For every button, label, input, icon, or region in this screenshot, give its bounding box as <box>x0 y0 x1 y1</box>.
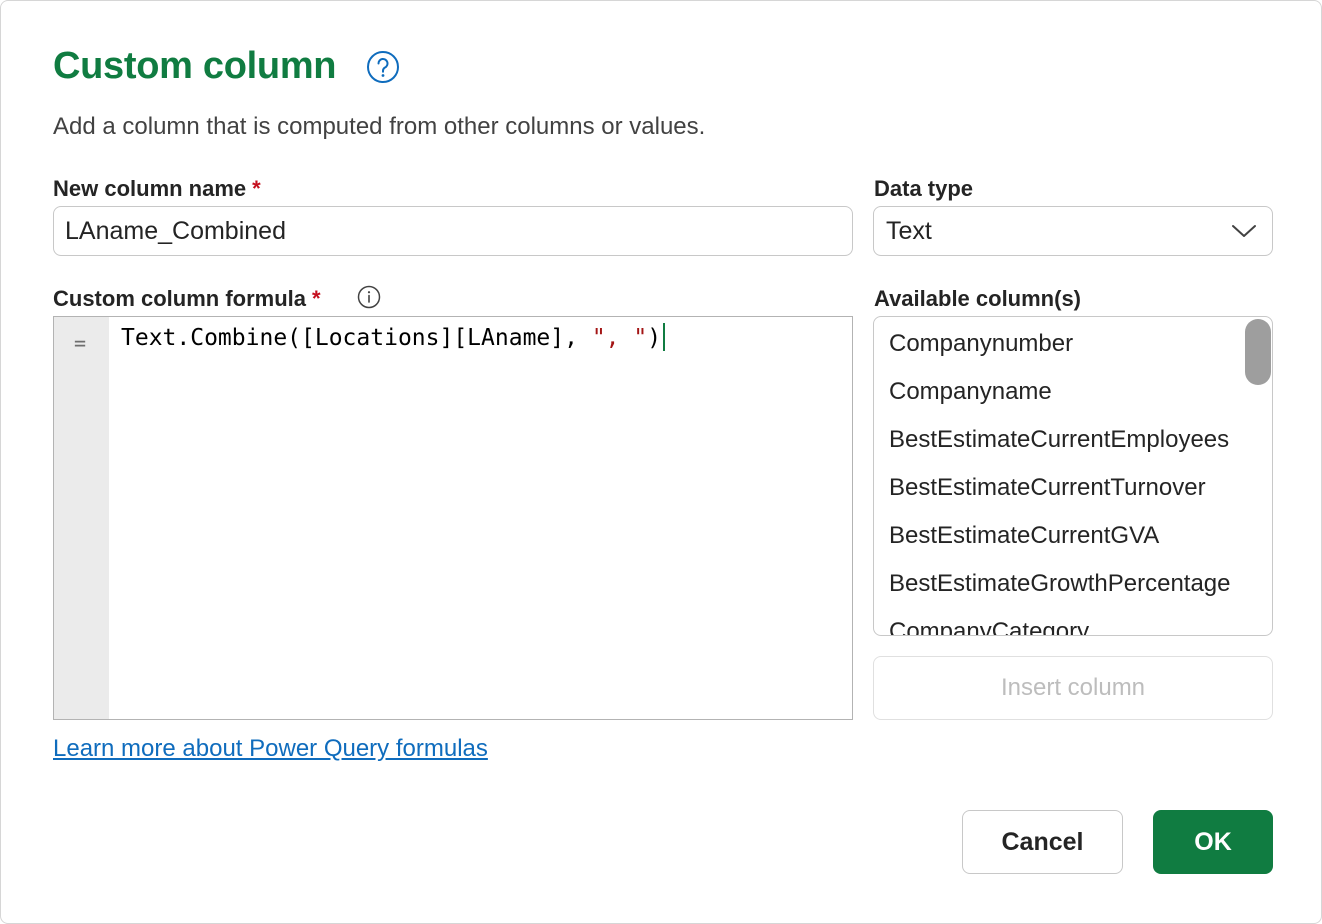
formula-code[interactable]: Text.Combine([Locations][LAname], ", ") <box>121 323 665 353</box>
data-type-label: Data type <box>874 176 974 201</box>
custom-column-dialog: Custom column Add a column that is compu… <box>0 0 1322 924</box>
new-column-name-label: New column name * <box>53 176 261 202</box>
formula-label: Custom column formula * <box>53 286 321 312</box>
new-column-name-label-text: New column name <box>53 176 247 201</box>
list-item[interactable]: BestEstimateCurrentTurnover <box>874 464 1246 512</box>
gutter-equals: = <box>74 331 87 355</box>
text-caret <box>663 323 665 351</box>
formula-editor[interactable]: = Text.Combine([Locations][LAname], ", "… <box>53 316 853 720</box>
list-item[interactable]: BestEstimateCurrentEmployees <box>874 416 1246 464</box>
list-item[interactable]: BestEstimateGrowthPercentage <box>874 560 1246 608</box>
chevron-down-icon <box>1232 225 1256 237</box>
data-type-dropdown[interactable]: Text <box>873 206 1273 256</box>
code-suffix: ) <box>647 325 662 351</box>
available-columns-items: Companynumber Companyname BestEstimateCu… <box>874 317 1272 635</box>
scrollbar-thumb[interactable] <box>1245 319 1271 385</box>
formula-label-text: Custom column formula <box>53 286 307 311</box>
code-string-literal: ", " <box>591 325 648 351</box>
code-prefix: Text.Combine([Locations][LAname], <box>121 325 592 351</box>
list-item[interactable]: Companynumber <box>874 320 1246 368</box>
new-column-name-input[interactable] <box>53 206 853 256</box>
available-columns-label: Available column(s) <box>874 286 1082 311</box>
dialog-subtitle: Add a column that is computed from other… <box>53 113 706 140</box>
list-item[interactable]: Companyname <box>874 368 1246 416</box>
info-icon[interactable] <box>357 285 381 309</box>
dialog-title: Custom column <box>53 45 337 87</box>
editor-gutter: = <box>54 317 109 719</box>
required-mark: * <box>252 176 261 201</box>
ok-button[interactable]: OK <box>1153 810 1273 874</box>
help-icon[interactable] <box>366 50 400 84</box>
required-mark: * <box>312 286 321 311</box>
list-item[interactable]: CompanyCategory <box>874 608 1246 635</box>
available-columns-list[interactable]: Companynumber Companyname BestEstimateCu… <box>873 316 1273 636</box>
data-type-selected: Text <box>886 216 932 245</box>
cancel-button[interactable]: Cancel <box>962 810 1123 874</box>
insert-column-button[interactable]: Insert column <box>873 656 1273 720</box>
title-row: Custom column <box>53 45 400 88</box>
list-item[interactable]: BestEstimateCurrentGVA <box>874 512 1246 560</box>
learn-more-link[interactable]: Learn more about Power Query formulas <box>53 735 488 763</box>
